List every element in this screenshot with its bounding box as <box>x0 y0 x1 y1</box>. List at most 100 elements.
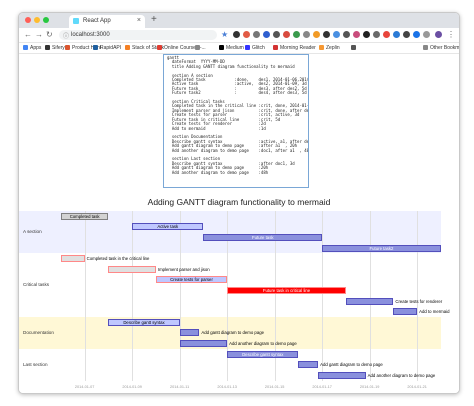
bookmark-item[interactable]: RapidAPI <box>93 45 121 51</box>
tab-react-app[interactable]: React App × <box>69 15 145 28</box>
extension-icon[interactable] <box>343 31 350 38</box>
code-line: title Adding GANTT diagram functionality… <box>167 63 295 69</box>
extension-icon[interactable] <box>233 31 240 38</box>
extension-icon[interactable] <box>373 31 380 38</box>
bookmark-label: Zeplin <box>326 45 340 51</box>
section-label: Documentation <box>23 329 54 335</box>
bookmark-label: RapidAPI <box>100 45 122 51</box>
gantt-title: Adding GANTT diagram functionality to me… <box>147 197 331 207</box>
task-label: Create tests for renderer <box>395 298 443 304</box>
grid-line <box>84 211 86 381</box>
bookmark-label: Other Bookmarks <box>430 45 460 51</box>
x-tick-label: 2014-01-17 <box>312 384 332 389</box>
bookmark-favicon-icon <box>195 45 200 50</box>
new-tab-icon[interactable]: + <box>151 14 157 25</box>
task-bar[interactable] <box>318 371 366 379</box>
bookmark-favicon-icon <box>273 45 278 50</box>
task-bar[interactable] <box>179 329 200 337</box>
profile-avatar[interactable] <box>435 31 442 38</box>
bookmark-item[interactable]: Sifery <box>45 45 65 51</box>
task-label: Active task <box>157 224 179 230</box>
section-label: Last section <box>23 361 48 367</box>
bookmark-favicon-icon <box>23 45 28 50</box>
close-window-icon[interactable] <box>25 17 31 23</box>
task-bar[interactable] <box>298 361 319 369</box>
grid-line <box>179 211 181 381</box>
extension-icon[interactable] <box>313 31 320 38</box>
url-text: localhost:3000 <box>71 31 110 38</box>
mermaid-source-textarea[interactable]: gantt dateFormat YYYY-MM-DD title Adding… <box>163 54 309 188</box>
bookmark-item[interactable]: Medium <box>219 45 244 51</box>
address-bar[interactable]: ⓘ localhost:3000 <box>59 30 217 40</box>
section-label: A section <box>23 229 42 235</box>
bookmark-item[interactable]: Zeplin <box>319 45 340 51</box>
extension-icon[interactable] <box>323 31 330 38</box>
task-label: Future task <box>252 235 274 240</box>
task-bar[interactable]: Create tests for parser <box>155 276 228 284</box>
forward-icon[interactable]: → <box>35 30 43 39</box>
extension-icon[interactable] <box>403 31 410 38</box>
section-label: Critical tasks <box>23 282 50 288</box>
task-label: Completed task in the critical line <box>86 256 150 262</box>
task-label: Completed task <box>69 213 100 219</box>
x-tick-label: 2014-01-21 <box>407 384 427 389</box>
code-line: Future task2 : des4, after des3, 5d <box>167 90 307 96</box>
gantt-chart: A section Critical tasks Documentation Last… <box>19 209 459 390</box>
task-bar[interactable] <box>393 308 418 316</box>
bookmark-label: Morning Reader <box>280 45 316 51</box>
extension-icon[interactable] <box>413 31 420 38</box>
task-bar[interactable]: Describe gantt syntax <box>227 350 299 358</box>
bookmark-item[interactable] <box>351 45 358 51</box>
grid-line <box>417 211 419 381</box>
bookmark-item[interactable]: Other Bookmarks <box>423 45 460 51</box>
extension-icon[interactable] <box>303 31 310 38</box>
task-bar[interactable] <box>179 340 228 347</box>
task-bar[interactable]: Future task <box>203 234 323 241</box>
extension-icon[interactable] <box>293 31 300 38</box>
extension-icon[interactable] <box>263 31 270 38</box>
info-icon[interactable]: ⓘ <box>63 31 69 40</box>
task-bar[interactable]: Describe gantt syntax <box>108 318 180 326</box>
bookmark-item[interactable]: Glitch <box>245 45 265 51</box>
bookmark-label: Sifery <box>52 45 65 51</box>
task-label: Add gantt diagram to demo page <box>201 330 264 336</box>
extension-icon[interactable] <box>363 31 370 38</box>
bookmark-star-icon[interactable]: ★ <box>221 30 228 39</box>
back-icon[interactable]: ← <box>24 30 32 39</box>
task-label: Describe gantt syntax <box>242 351 284 357</box>
extension-icon[interactable] <box>243 31 250 38</box>
maximize-window-icon[interactable] <box>43 17 49 23</box>
extension-icon[interactable] <box>423 31 430 38</box>
task-bar[interactable] <box>60 255 85 263</box>
bookmark-item[interactable] <box>195 45 202 51</box>
close-tab-icon[interactable]: × <box>137 17 141 24</box>
x-tick-label: 2014-01-07 <box>74 384 95 389</box>
bookmark-favicon-icon <box>125 45 130 50</box>
task-bar[interactable] <box>345 297 394 305</box>
extension-icon[interactable] <box>333 31 340 38</box>
page-content: gantt dateFormat YYYY-MM-DD title Adding… <box>19 54 459 393</box>
menu-kebab-icon[interactable]: ⋮ <box>447 30 455 39</box>
extension-icon[interactable] <box>273 31 280 38</box>
task-bar[interactable]: Future task in critical line <box>227 287 346 294</box>
x-tick-label: 2014-01-19 <box>359 384 380 389</box>
task-label: Implement parser and jison <box>157 266 210 272</box>
extension-icon[interactable] <box>283 31 290 38</box>
extension-icon[interactable] <box>353 31 360 38</box>
extension-icon[interactable] <box>253 31 260 38</box>
task-bar[interactable] <box>108 265 156 273</box>
bookmark-item[interactable]: Morning Reader <box>273 45 316 51</box>
task-label: Add to mermaid <box>419 309 450 315</box>
task-bar[interactable]: Future task2 <box>322 244 441 252</box>
bookmark-favicon-icon <box>423 45 428 50</box>
extension-icon[interactable] <box>383 31 390 38</box>
task-label: Create tests for parser <box>170 277 213 283</box>
minimize-window-icon[interactable] <box>34 17 40 23</box>
extension-icon[interactable] <box>393 31 400 38</box>
bookmark-item[interactable]: Apps <box>23 45 41 51</box>
bookmark-favicon-icon <box>157 45 162 50</box>
reload-icon[interactable]: ↻ <box>46 30 53 39</box>
grid-line <box>322 211 324 381</box>
task-bar[interactable]: Active task <box>132 223 204 231</box>
task-bar[interactable]: Completed task <box>60 212 109 220</box>
